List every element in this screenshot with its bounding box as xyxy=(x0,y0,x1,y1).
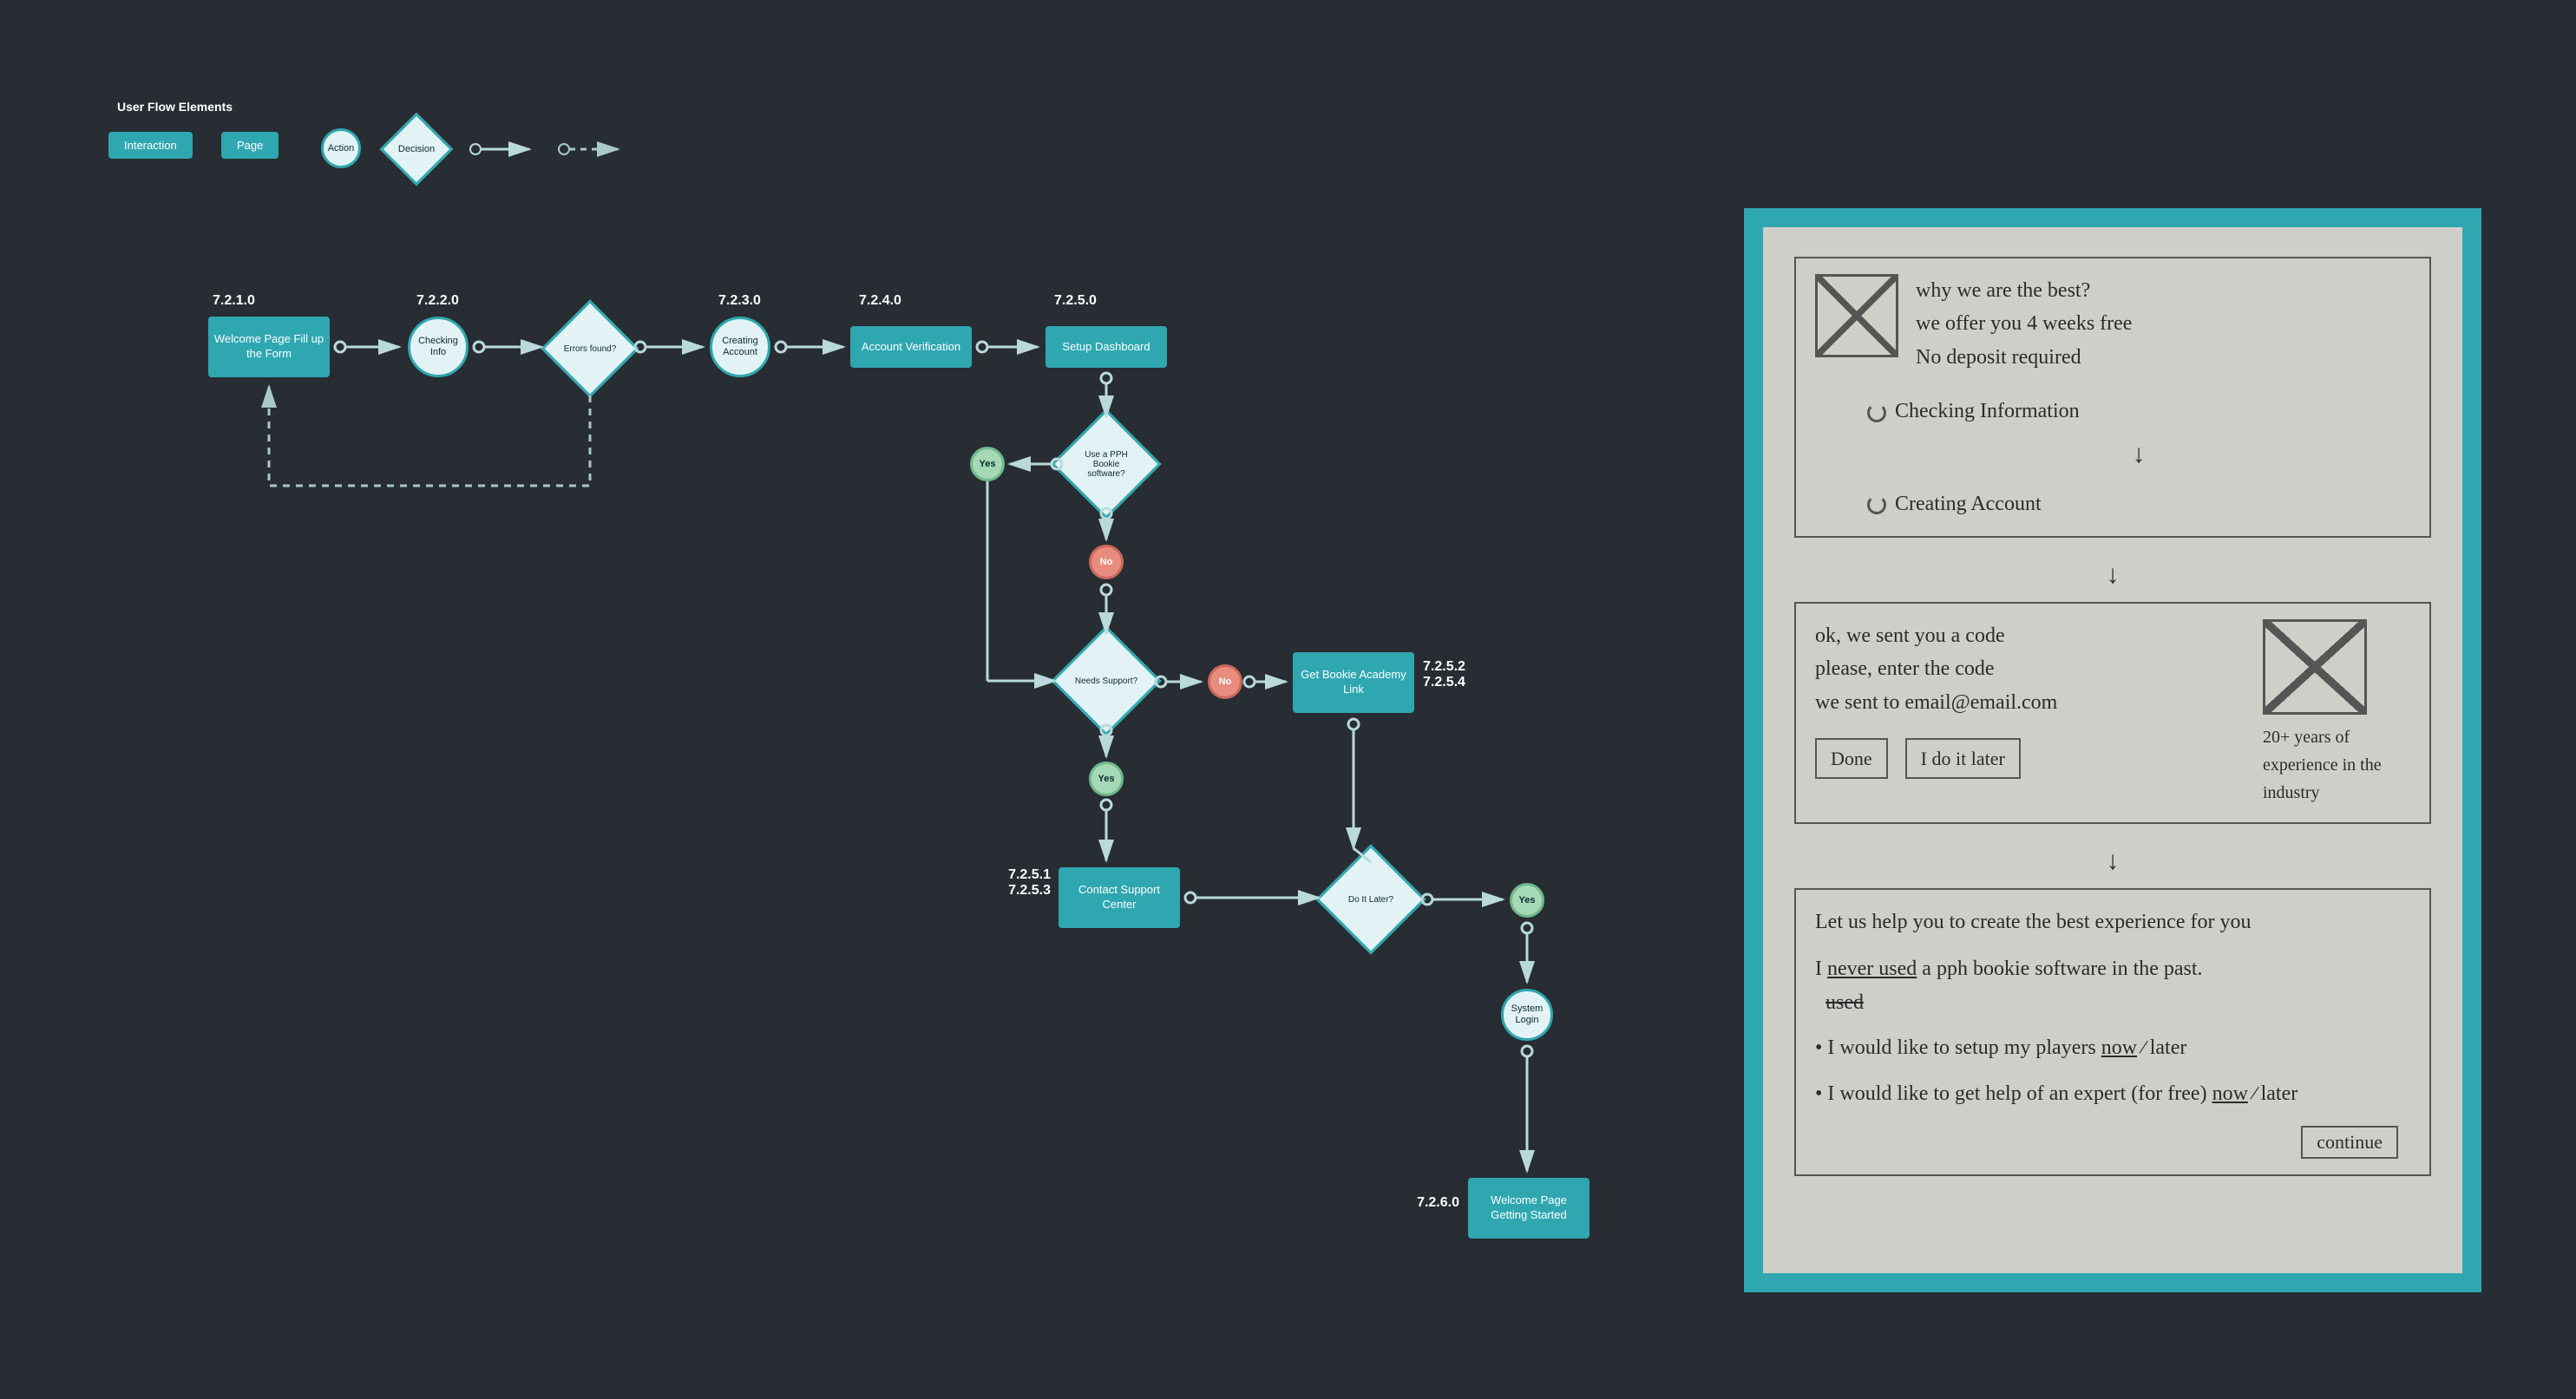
badge-no-pph: No xyxy=(1089,545,1124,579)
wf-btn-later: I do it later xyxy=(1905,738,2021,779)
spinner-icon xyxy=(1867,495,1886,514)
node-checking-info-label: Checking Info xyxy=(410,336,466,358)
wf-c3-now1: now xyxy=(2101,1036,2137,1059)
badge-yes-pph: Yes xyxy=(970,447,1005,481)
wf-c3-later1: later xyxy=(2150,1036,2187,1059)
wf-c3-later2: later xyxy=(2261,1082,2298,1105)
spinner-icon xyxy=(1867,403,1886,422)
node-creating-account-label: Creating Account xyxy=(712,336,768,358)
wf-image-placeholder-icon xyxy=(1815,274,1898,357)
wf-c3-b3: I would like to get help of an expert (f… xyxy=(1827,1082,2206,1105)
legend-action-label: Action xyxy=(328,143,355,154)
decision-support-label: Needs Support? xyxy=(1070,644,1143,717)
decision-support: Needs Support? xyxy=(1051,625,1161,735)
arrow-down-icon: ↓ xyxy=(1794,847,2431,876)
node-id-7250: 7.2.5.0 xyxy=(1054,293,1097,309)
node-welcome-form: Welcome Page Fill up the Form xyxy=(208,317,330,377)
node-system-login: System Login xyxy=(1501,989,1553,1041)
badge-yes-support: Yes xyxy=(1089,762,1124,796)
decision-errors-label: Errors found? xyxy=(558,317,622,381)
node-id-7210: 7.2.1.0 xyxy=(213,293,255,309)
node-creating-account: Creating Account xyxy=(710,317,770,377)
wf-btn-continue: continue xyxy=(2301,1126,2398,1159)
node-id-7260: 7.2.6.0 xyxy=(1406,1195,1459,1211)
wf-step2: Creating Account xyxy=(1895,493,2042,515)
wf-c2-line1: ok, we sent you a code xyxy=(1815,619,2245,652)
badge-no-support: No xyxy=(1208,664,1242,699)
arrow-down-icon: ↓ xyxy=(1867,434,2410,475)
decision-pph-label: Use a PPH Bookie software? xyxy=(1070,428,1143,500)
wf-card1-copy: why we are the best? we offer you 4 week… xyxy=(1916,274,2132,374)
legend-interaction: Interaction xyxy=(108,132,193,159)
wf-c3-neverused: never used xyxy=(1827,958,1917,980)
node-checking-info: Checking Info xyxy=(408,317,469,377)
wf-c1-line1: why we are the best? xyxy=(1916,274,2132,307)
wf-c3-b2: I would like to setup my players xyxy=(1827,1036,2095,1059)
diagram-canvas: User Flow Elements Interaction Page Acti… xyxy=(0,0,2576,1399)
node-account-verification: Account Verification xyxy=(850,326,972,368)
wf-c1-line3: No deposit required xyxy=(1916,341,2132,374)
node-id-7240: 7.2.4.0 xyxy=(859,293,901,309)
node-system-login-label: System Login xyxy=(1504,1003,1550,1026)
wf-image-placeholder-icon xyxy=(2263,619,2367,715)
wf-card-2: ok, we sent you a code please, enter the… xyxy=(1794,602,2431,824)
node-setup-dashboard: Setup Dashboard xyxy=(1045,326,1167,368)
legend-decision-label: Decision xyxy=(393,126,440,173)
node-getting-started: Welcome Page Getting Started xyxy=(1468,1178,1590,1239)
wf-c2-line3: we sent to email@email.com xyxy=(1815,686,2245,719)
node-id-7252-7254: 7.2.5.2 7.2.5.4 xyxy=(1423,659,1465,690)
arrow-down-icon: ↓ xyxy=(1794,560,2431,590)
wireframe-panel: why we are the best? we offer you 4 week… xyxy=(1744,208,2481,1292)
legend-decision: Decision xyxy=(380,113,454,186)
wf-card-1: why we are the best? we offer you 4 week… xyxy=(1794,257,2431,538)
wf-c3-b1c: a pph bookie software in the past. xyxy=(1922,958,2202,980)
node-id-7251-7253: 7.2.5.1 7.2.5.3 xyxy=(964,867,1051,899)
wireframe-paper: why we are the best? we offer you 4 week… xyxy=(1763,227,2462,1273)
wf-c2-side: 20+ years of experience in the industry xyxy=(2263,723,2410,807)
legend-page: Page xyxy=(221,132,279,159)
legend-title: User Flow Elements xyxy=(117,100,233,114)
wf-btn-done: Done xyxy=(1815,738,1888,779)
node-contact-support: Contact Support Center xyxy=(1059,867,1180,928)
decision-later-label: Do It Later? xyxy=(1334,863,1407,936)
wf-c3-used: used xyxy=(1825,991,1864,1014)
decision-pph: Use a PPH Bookie software? xyxy=(1051,409,1161,519)
wf-c3-now2: now xyxy=(2212,1082,2248,1105)
legend-action: Action xyxy=(321,128,361,168)
wf-c1-line2: we offer you 4 weeks free xyxy=(1916,307,2132,340)
decision-errors: Errors found? xyxy=(541,299,639,397)
wf-c3-intro: Let us help you to create the best exper… xyxy=(1815,905,2410,938)
wf-card-3: Let us help you to create the best exper… xyxy=(1794,888,2431,1176)
wf-step1: Checking Information xyxy=(1895,400,2080,422)
decision-later: Do It Later? xyxy=(1315,844,1426,954)
node-id-7220: 7.2.2.0 xyxy=(416,293,459,309)
wf-c3-pre: I xyxy=(1815,958,1822,980)
node-bookie-academy: Get Bookie Academy Link xyxy=(1293,652,1414,713)
wf-c2-line2: please, enter the code xyxy=(1815,652,2245,685)
node-id-7230: 7.2.3.0 xyxy=(718,293,761,309)
badge-yes-later: Yes xyxy=(1510,883,1544,918)
